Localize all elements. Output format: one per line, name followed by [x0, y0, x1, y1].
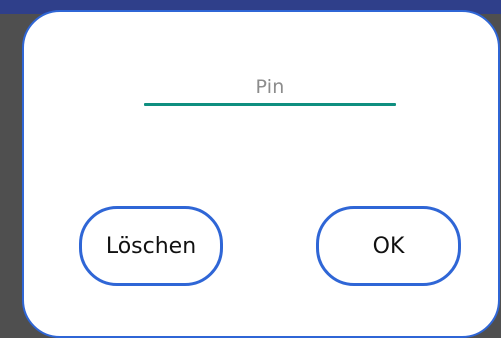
pin-input-underline: [144, 103, 396, 106]
delete-button[interactable]: Löschen: [79, 206, 223, 286]
pin-input-placeholder[interactable]: Pin: [0, 76, 501, 98]
ok-button[interactable]: OK: [316, 206, 461, 286]
pin-dialog: [22, 10, 500, 338]
